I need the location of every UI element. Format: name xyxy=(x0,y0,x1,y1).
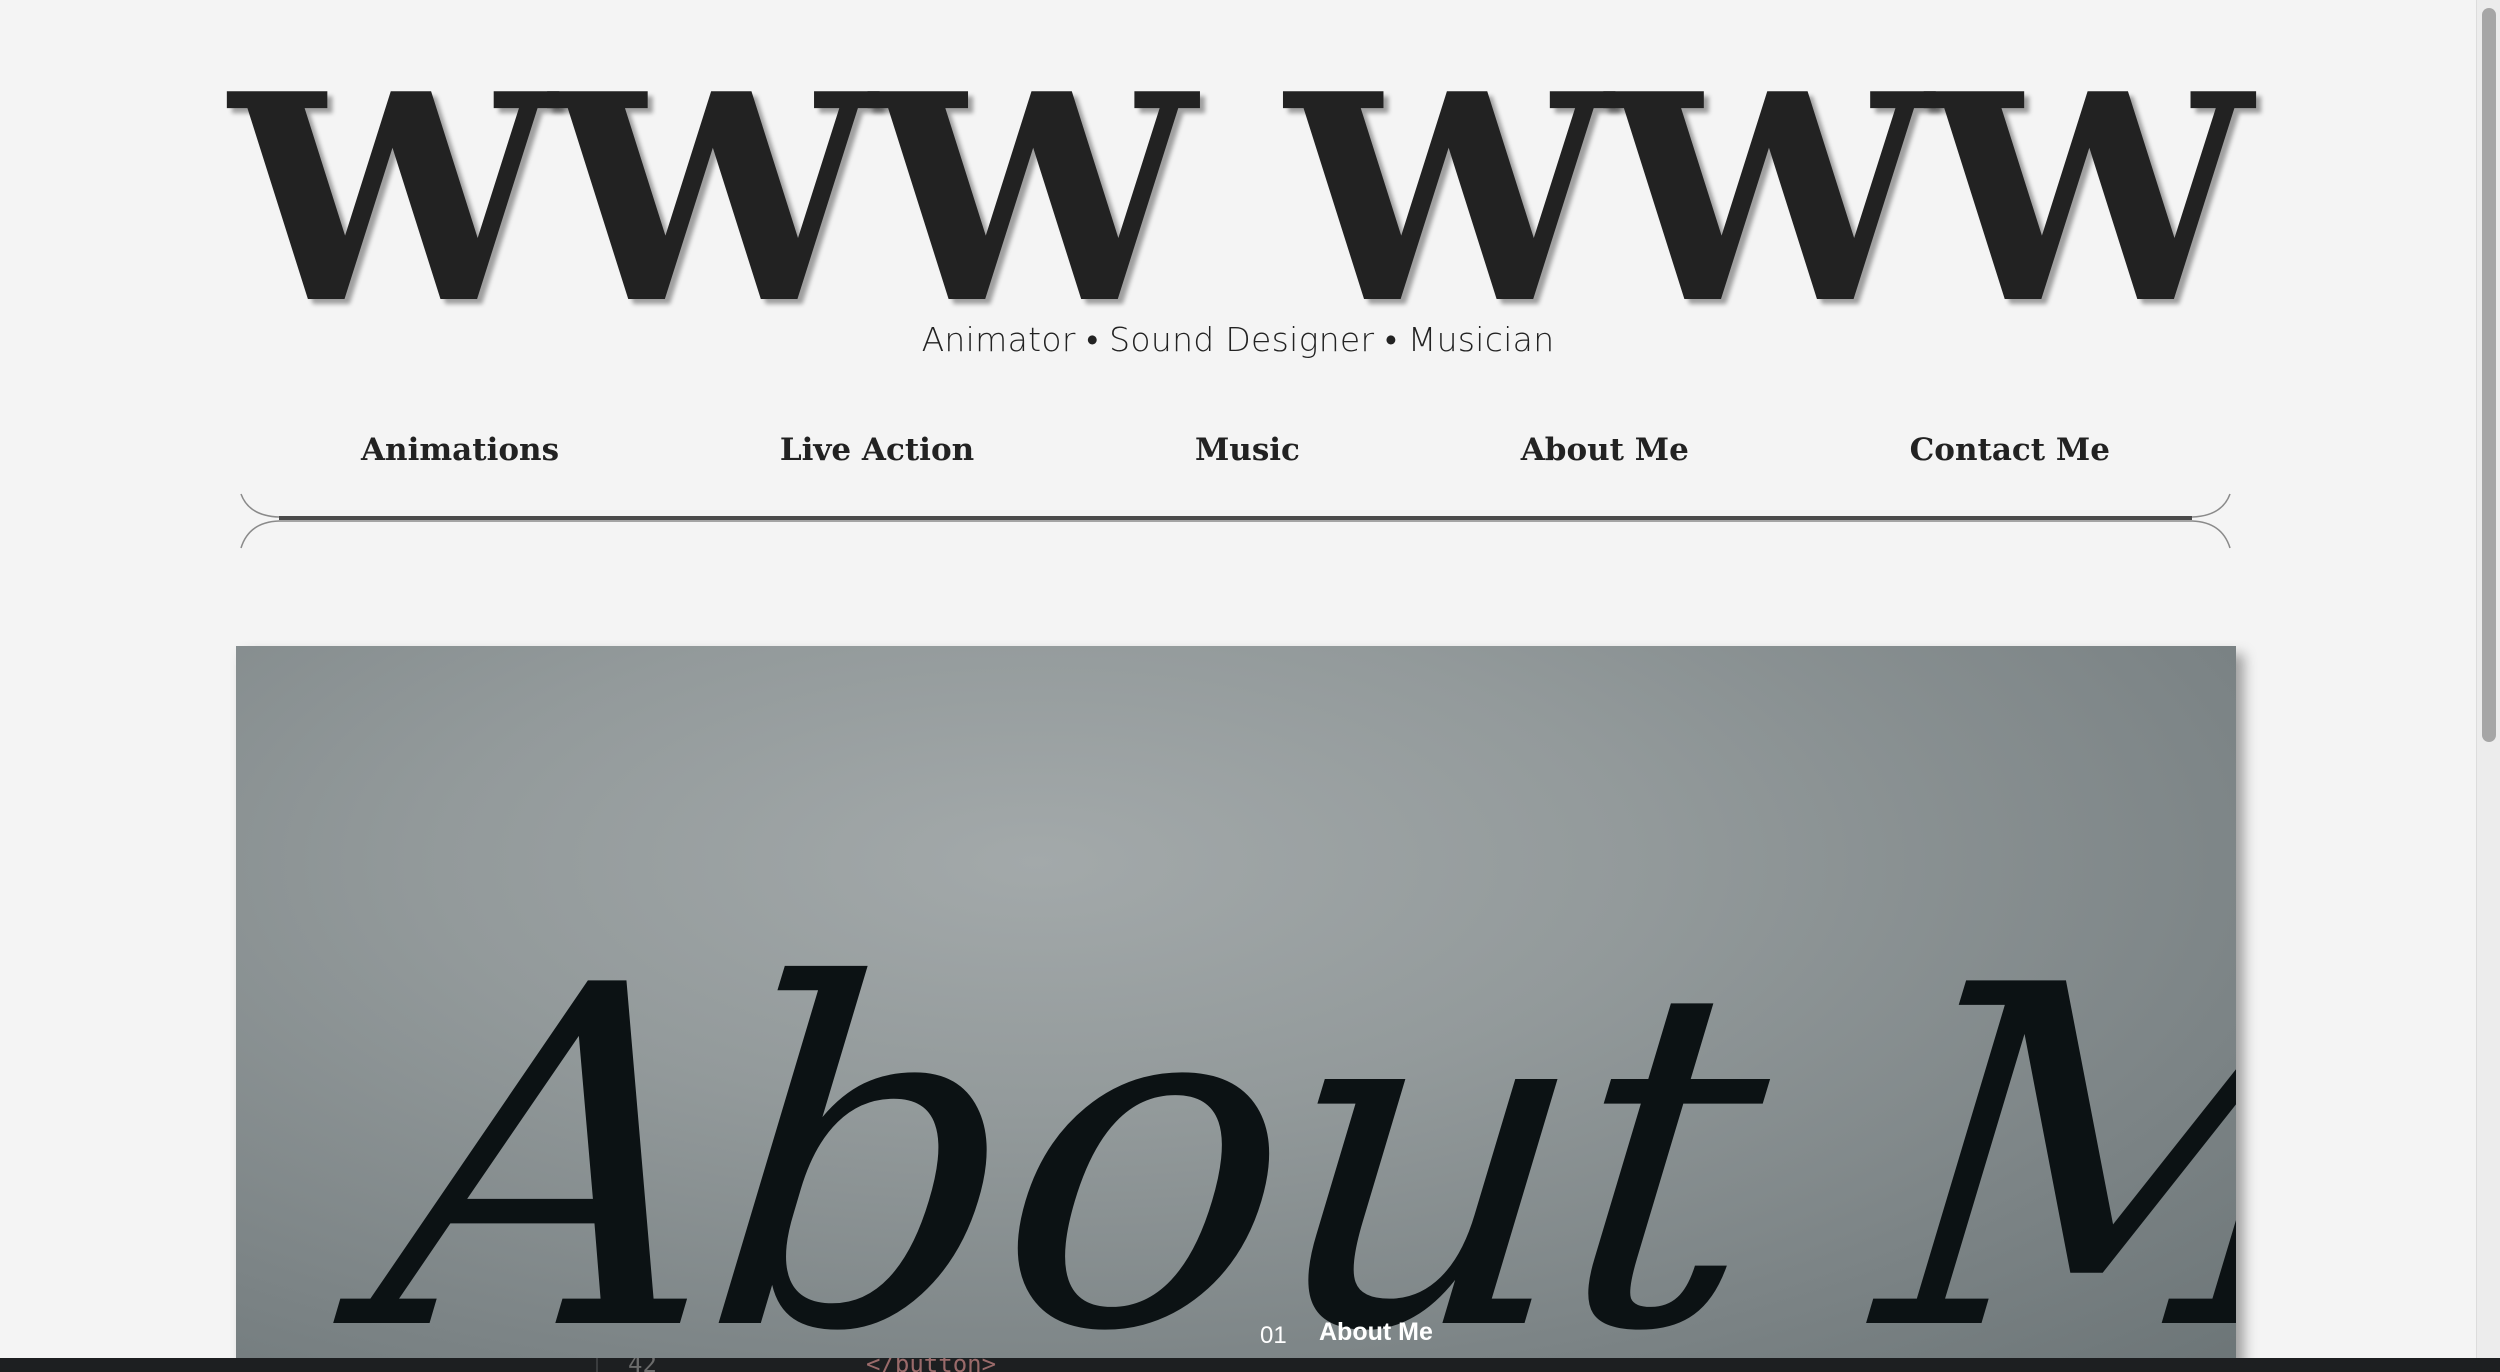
nav-item-animations[interactable]: Animations xyxy=(361,432,559,468)
site-logo[interactable]: WWW WWW xyxy=(0,57,2476,342)
site-tagline: Animator • Sound Designer • Musician xyxy=(921,320,1555,359)
nav-item-about-me[interactable]: About Me xyxy=(1521,432,1689,468)
nav-divider xyxy=(240,493,2231,549)
slide-caption[interactable]: About Me xyxy=(1319,1318,1433,1347)
devtools-gutter xyxy=(596,1358,598,1372)
nav-item-contact-me[interactable]: Contact Me xyxy=(1910,432,2110,468)
hero-slide[interactable]: About Me xyxy=(236,646,2236,1358)
devtools-code-line: </button> xyxy=(866,1358,997,1372)
slide-index: 01 xyxy=(1260,1322,1287,1349)
devtools-panel: 42 </button> xyxy=(0,1358,2500,1372)
page: WWW WWW Animator • Sound Designer • Musi… xyxy=(0,0,2476,1358)
main-nav: Animations Live Action Music About Me Co… xyxy=(239,420,2232,480)
nav-item-live-action[interactable]: Live Action xyxy=(780,432,974,468)
hero-image-text: About Me xyxy=(357,887,2236,1358)
vertical-scrollbar[interactable] xyxy=(2476,0,2500,1358)
scrollbar-thumb[interactable] xyxy=(2482,8,2496,742)
nav-item-music[interactable]: Music xyxy=(1195,432,1300,468)
devtools-line-number: 42 xyxy=(628,1358,657,1372)
